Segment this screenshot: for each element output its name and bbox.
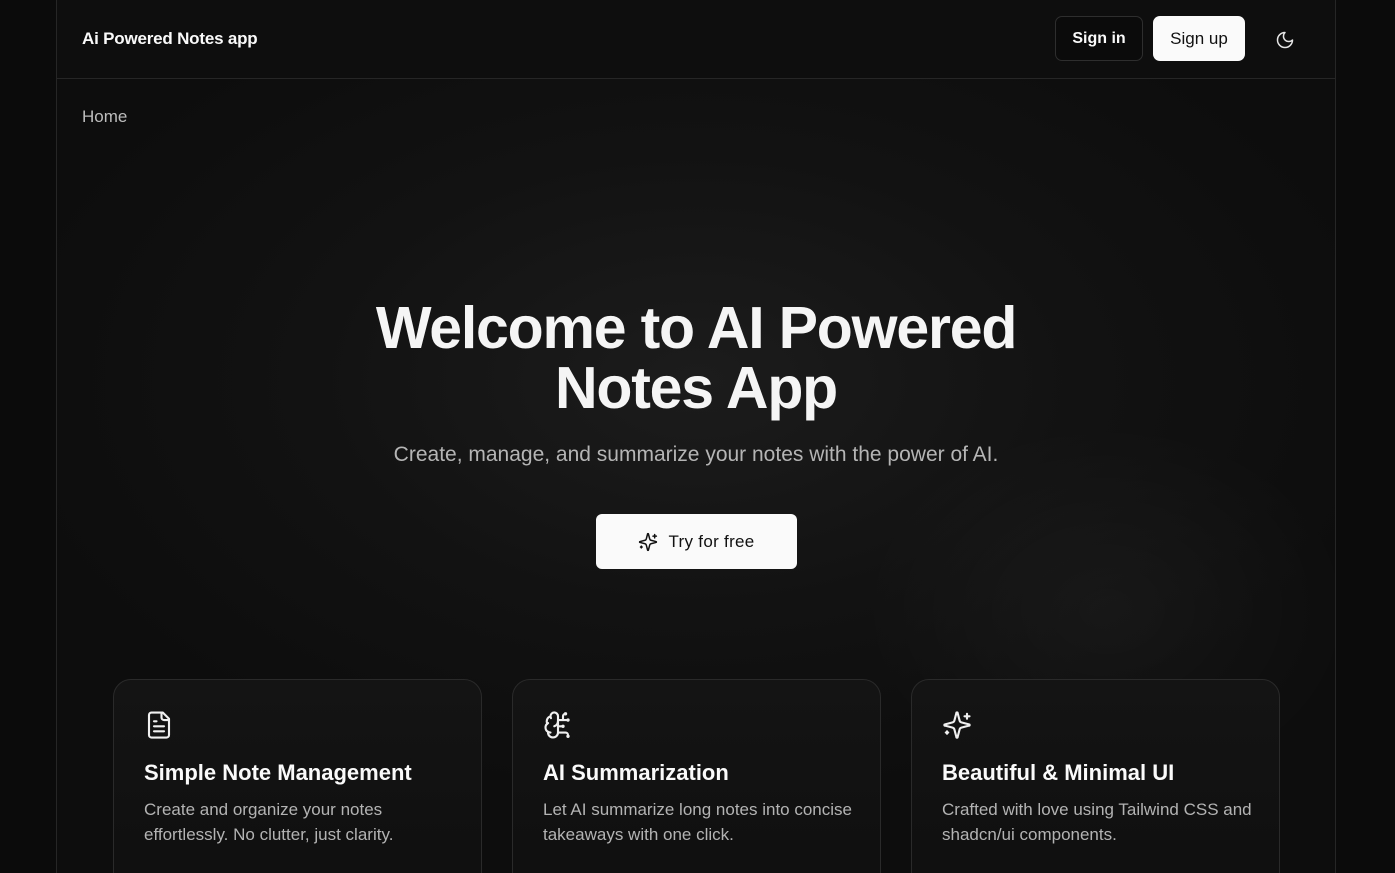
try-for-free-label: Try for free [668,531,755,551]
feature-title: Beautiful & Minimal UI [942,760,1175,785]
hero-title-line-1: Welcome to AI Powered [375,295,1018,361]
sparkles-icon [943,711,971,739]
app-brand[interactable]: Ai Powered Notes app [82,29,258,49]
feature-card-ai-summarization: AI Summarization Let AI summarize long n… [512,679,881,873]
feature-description: Crafted with love using Tailwind CSS and… [942,800,1252,844]
sparkles-icon [639,532,658,551]
hero-title-line-2: Notes App [554,355,838,421]
feature-card-minimal-ui: Beautiful & Minimal UI Crafted with love… [911,679,1280,873]
feature-description: Let AI summarize long notes into concise… [543,800,852,844]
hero-subtitle: Create, manage, and summarize your notes… [393,443,999,466]
page-frame: Ai Powered Notes app Sign in Sign up Hom… [56,0,1336,873]
feature-description: Create and organize your notes effortles… [144,800,394,844]
moon-icon [1276,31,1294,49]
feature-card-note-management: Simple Note Management Create and organi… [113,679,482,873]
hero-title: Welcome to AI Powered Notes App [57,298,1335,418]
theme-toggle-button[interactable] [1271,26,1299,54]
feature-title: AI Summarization [543,760,729,785]
feature-title: Simple Note Management [144,760,412,785]
breadcrumb-home[interactable]: Home [82,107,127,127]
try-for-free-button[interactable]: Try for free [596,514,797,569]
sign-up-button[interactable]: Sign up [1153,16,1245,61]
top-nav: Ai Powered Notes app Sign in Sign up [57,0,1335,79]
sign-in-button[interactable]: Sign in [1055,16,1143,61]
file-text-icon [147,711,171,739]
brain-icon [544,711,570,739]
